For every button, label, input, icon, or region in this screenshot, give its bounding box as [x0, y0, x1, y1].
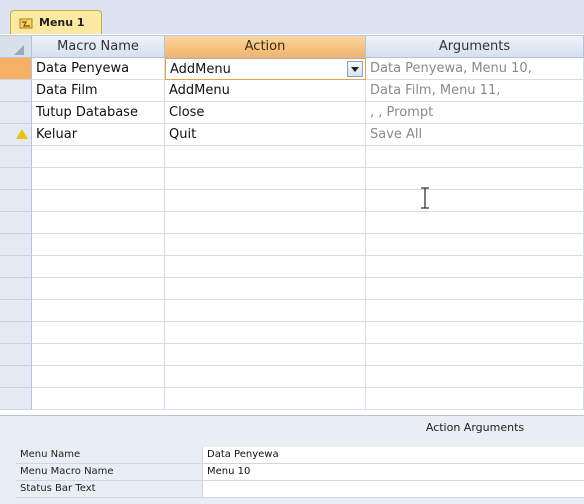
macro-name-cell[interactable]: [32, 256, 165, 278]
row-selector[interactable]: [0, 146, 32, 168]
arguments-cell[interactable]: [366, 388, 584, 410]
action-argument-value[interactable]: [202, 481, 584, 497]
arguments-cell[interactable]: , , Prompt: [366, 102, 584, 124]
action-argument-value[interactable]: Menu 10: [202, 464, 584, 480]
action-argument-row: Status Bar Text: [16, 481, 584, 498]
macro-name-cell[interactable]: Data Film: [32, 80, 165, 102]
chevron-down-icon: [351, 66, 359, 72]
arguments-cell[interactable]: [366, 278, 584, 300]
action-cell[interactable]: AddMenu: [165, 80, 366, 102]
macro-name-cell[interactable]: Tutup Database: [32, 102, 165, 124]
action-arguments-title: Action Arguments: [425, 420, 525, 434]
tab-label: Menu 1: [39, 16, 85, 29]
row-selector[interactable]: [0, 278, 32, 300]
macro-name-cell[interactable]: [32, 366, 165, 388]
arguments-cell[interactable]: Data Penyewa, Menu 10,: [366, 58, 584, 80]
action-cell[interactable]: [165, 168, 366, 190]
macro-grid: Macro Name Action Arguments Data Penyewa…: [0, 35, 584, 416]
macro-name-cell[interactable]: [32, 190, 165, 212]
action-argument-value[interactable]: Data Penyewa: [202, 447, 584, 463]
row-selector[interactable]: [0, 80, 32, 102]
macro-name-cell[interactable]: [32, 344, 165, 366]
document-tab-bar: Menu 1: [0, 0, 584, 34]
row-selector[interactable]: [0, 190, 32, 212]
arguments-cell[interactable]: [366, 322, 584, 344]
warning-icon: [16, 129, 28, 139]
action-cell[interactable]: [165, 234, 366, 256]
action-cell[interactable]: Quit: [165, 124, 366, 146]
macro-name-cell[interactable]: Keluar: [32, 124, 165, 146]
action-cell[interactable]: [165, 278, 366, 300]
action-cell[interactable]: [165, 300, 366, 322]
macro-name-cell[interactable]: [32, 388, 165, 410]
action-cell[interactable]: [165, 366, 366, 388]
arguments-cell[interactable]: [366, 234, 584, 256]
arguments-cell[interactable]: Save All: [366, 124, 584, 146]
row-selector[interactable]: [0, 256, 32, 278]
select-all-corner[interactable]: [0, 36, 32, 58]
action-argument-label: Status Bar Text: [20, 483, 96, 494]
action-cell[interactable]: [165, 322, 366, 344]
action-dropdown-button[interactable]: [347, 61, 363, 77]
arguments-cell[interactable]: [366, 212, 584, 234]
action-arguments-pane: Action Arguments Menu Name Data Penyewa Me…: [0, 415, 584, 504]
row-selector[interactable]: [0, 212, 32, 234]
arguments-cell[interactable]: [366, 168, 584, 190]
macro-name-cell[interactable]: [32, 322, 165, 344]
macro-icon: [19, 18, 33, 28]
action-argument-label: Menu Macro Name: [20, 466, 114, 477]
column-header-arguments[interactable]: Arguments: [366, 36, 584, 58]
action-cell[interactable]: [165, 256, 366, 278]
arguments-cell[interactable]: Data Film, Menu 11,: [366, 80, 584, 102]
macro-name-cell[interactable]: [32, 278, 165, 300]
arguments-cell[interactable]: [366, 256, 584, 278]
action-cell[interactable]: [165, 212, 366, 234]
action-cell[interactable]: [165, 146, 366, 168]
row-selector[interactable]: [0, 322, 32, 344]
column-header-macro-name[interactable]: Macro Name: [32, 36, 165, 58]
action-argument-row: Menu Macro Name Menu 10: [16, 464, 584, 481]
text-cursor-icon: [421, 187, 429, 209]
row-selector[interactable]: [0, 300, 32, 322]
row-selector[interactable]: [0, 366, 32, 388]
macro-name-cell[interactable]: [32, 212, 165, 234]
arguments-cell[interactable]: [366, 300, 584, 322]
row-selector[interactable]: [0, 102, 32, 124]
arguments-cell[interactable]: [366, 344, 584, 366]
macro-name-cell[interactable]: [32, 300, 165, 322]
action-argument-label: Menu Name: [20, 449, 81, 460]
tab-menu-1[interactable]: Menu 1: [10, 10, 102, 34]
arguments-cell[interactable]: [366, 190, 584, 212]
row-selector[interactable]: [0, 58, 32, 80]
action-cell[interactable]: AddMenu: [165, 58, 366, 80]
macro-name-cell[interactable]: [32, 146, 165, 168]
macro-name-cell[interactable]: [32, 168, 165, 190]
row-selector[interactable]: [0, 388, 32, 410]
row-selector[interactable]: [0, 344, 32, 366]
column-header-action[interactable]: Action: [165, 36, 366, 58]
action-argument-row: Menu Name Data Penyewa: [16, 447, 584, 464]
action-cell[interactable]: [165, 190, 366, 212]
action-cell[interactable]: [165, 388, 366, 410]
arguments-cell[interactable]: [366, 366, 584, 388]
row-selector[interactable]: [0, 234, 32, 256]
arguments-cell[interactable]: [366, 146, 584, 168]
macro-name-cell[interactable]: Data Penyewa: [32, 58, 165, 80]
action-cell[interactable]: [165, 344, 366, 366]
action-cell[interactable]: Close: [165, 102, 366, 124]
macro-name-cell[interactable]: [32, 234, 165, 256]
row-selector[interactable]: [0, 168, 32, 190]
